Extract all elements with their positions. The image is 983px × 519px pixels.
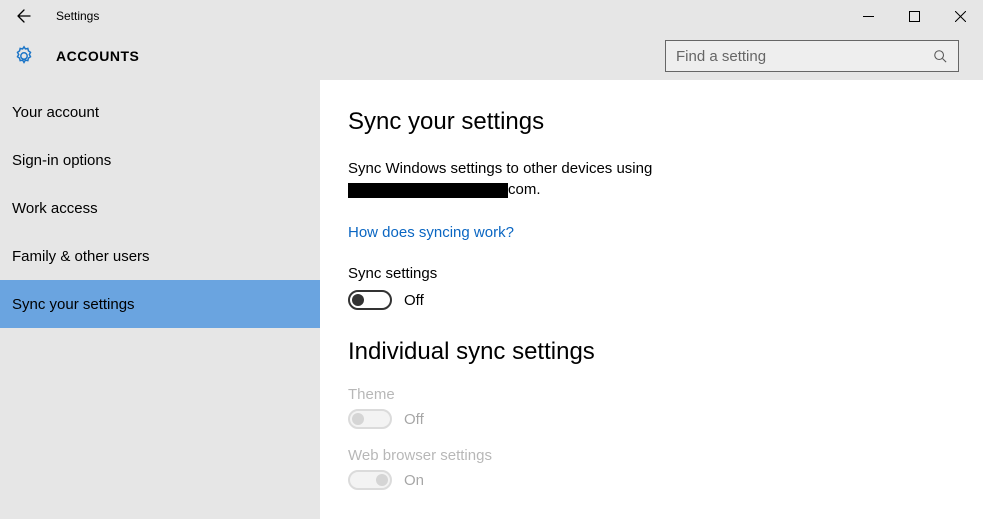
minimize-icon (863, 11, 874, 22)
theme-label: Theme (348, 386, 955, 403)
redacted-email (348, 183, 508, 198)
maximize-button[interactable] (891, 0, 937, 32)
sidebar: Your account Sign-in options Work access… (0, 80, 320, 519)
theme-state: Off (404, 411, 424, 428)
sidebar-item-label: Family & other users (12, 248, 150, 265)
sidebar-item-label: Sync your settings (12, 296, 135, 313)
theme-toggle (348, 409, 392, 429)
close-icon (955, 11, 966, 22)
sidebar-item-sync-settings[interactable]: Sync your settings (0, 280, 320, 328)
page-heading: Sync your settings (348, 108, 955, 136)
webbrowser-state: On (404, 472, 424, 489)
search-input[interactable] (676, 48, 932, 65)
sidebar-item-label: Work access (12, 200, 98, 217)
sidebar-item-work-access[interactable]: Work access (0, 184, 320, 232)
sidebar-item-your-account[interactable]: Your account (0, 88, 320, 136)
titlebar: Settings (0, 0, 983, 32)
header: ACCOUNTS (0, 32, 983, 80)
section-title: ACCOUNTS (56, 48, 139, 64)
maximize-icon (909, 11, 920, 22)
sidebar-item-label: Sign-in options (12, 152, 111, 169)
desc-line1: Sync Windows settings to other devices u… (348, 160, 652, 177)
sync-settings-state: Off (404, 292, 424, 309)
how-syncing-works-link[interactable]: How does syncing work? (348, 224, 514, 241)
content-pane: Sync your settings Sync Windows settings… (320, 80, 983, 519)
search-box[interactable] (665, 40, 959, 72)
sync-description: Sync Windows settings to other devices u… (348, 158, 955, 200)
sidebar-item-family-users[interactable]: Family & other users (0, 232, 320, 280)
sync-settings-label: Sync settings (348, 265, 955, 282)
individual-sync-heading: Individual sync settings (348, 338, 955, 366)
close-button[interactable] (937, 0, 983, 32)
minimize-button[interactable] (845, 0, 891, 32)
gear-icon (12, 44, 36, 68)
webbrowser-toggle (348, 470, 392, 490)
sidebar-item-label: Your account (12, 104, 99, 121)
desc-suffix: com. (508, 181, 541, 198)
arrow-left-icon (16, 8, 32, 24)
back-button[interactable] (0, 0, 48, 32)
window-title: Settings (56, 9, 99, 23)
sidebar-item-signin-options[interactable]: Sign-in options (0, 136, 320, 184)
webbrowser-label: Web browser settings (348, 447, 955, 464)
search-icon (932, 48, 948, 64)
sync-settings-toggle[interactable] (348, 290, 392, 310)
